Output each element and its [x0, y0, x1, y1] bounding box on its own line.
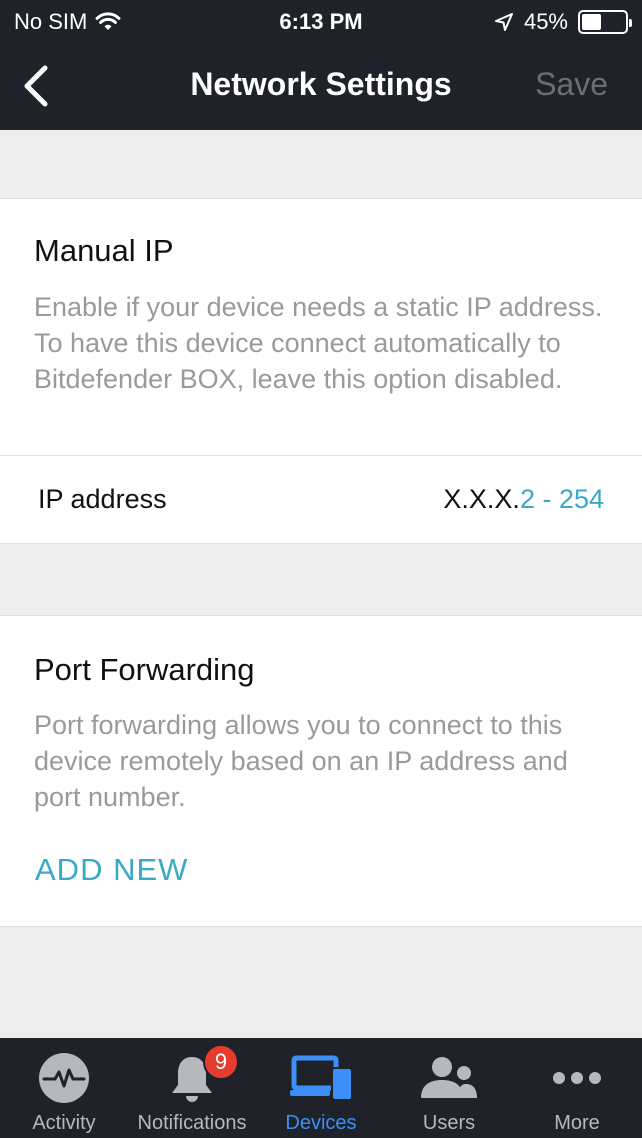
- tab-users[interactable]: Users: [385, 1038, 513, 1138]
- status-bar: No SIM 6:13 PM 45%: [0, 0, 642, 44]
- users-icon-wrap: [385, 1050, 513, 1106]
- tab-label: Notifications: [137, 1112, 247, 1134]
- devices-icon-wrap: [257, 1050, 385, 1106]
- add-new-button[interactable]: ADD NEW: [35, 852, 188, 888]
- activity-icon: [39, 1053, 89, 1103]
- status-right-group: 45%: [494, 9, 632, 35]
- navigation-bar: Network Settings Save: [0, 44, 642, 130]
- tab-label: Users: [422, 1112, 476, 1134]
- location-arrow-icon: [494, 13, 513, 31]
- notification-badge: 9: [203, 1044, 239, 1080]
- battery-fill: [582, 14, 601, 30]
- port-forwarding-card: Port Forwarding Port forwarding allows y…: [0, 615, 642, 927]
- devices-icon: [290, 1055, 353, 1101]
- tab-label: More: [554, 1112, 600, 1134]
- save-button[interactable]: Save: [535, 66, 608, 103]
- activity-icon-wrap: [0, 1050, 128, 1106]
- port-forwarding-description: Port forwarding allows you to connect to…: [34, 710, 568, 812]
- tab-bar: Activity 9 Notifications Devices Users M…: [0, 1038, 642, 1138]
- battery-icon: [578, 10, 632, 34]
- port-forwarding-title: Port Forwarding: [34, 652, 255, 687]
- more-icon: [553, 1072, 601, 1084]
- battery-percent: 45%: [523, 9, 568, 34]
- tab-devices[interactable]: Devices: [257, 1038, 385, 1138]
- manual-ip-card: Manual IP Enable if your device needs a …: [0, 198, 642, 456]
- tab-notifications[interactable]: 9 Notifications: [128, 1038, 256, 1138]
- ip-address-label: IP address: [38, 484, 167, 514]
- ip-address-range: 2 - 254: [519, 484, 604, 514]
- ip-address-value: X.X.X.2 - 254: [443, 484, 604, 515]
- tab-label: Devices: [285, 1112, 357, 1134]
- manual-ip-title: Manual IP: [34, 233, 174, 268]
- ip-address-prefix: X.X.X.: [443, 484, 520, 514]
- tab-more[interactable]: More: [513, 1038, 641, 1138]
- tab-label: Activity: [32, 1112, 96, 1134]
- manual-ip-description: Enable if your device needs a static IP …: [34, 292, 603, 394]
- users-icon: [421, 1057, 477, 1098]
- tab-activity[interactable]: Activity: [0, 1038, 128, 1138]
- ip-address-row[interactable]: IP address X.X.X.2 - 254: [0, 455, 642, 544]
- top-bar: No SIM 6:13 PM 45% Network Settings Save: [0, 0, 642, 130]
- more-icon-wrap: [513, 1050, 641, 1106]
